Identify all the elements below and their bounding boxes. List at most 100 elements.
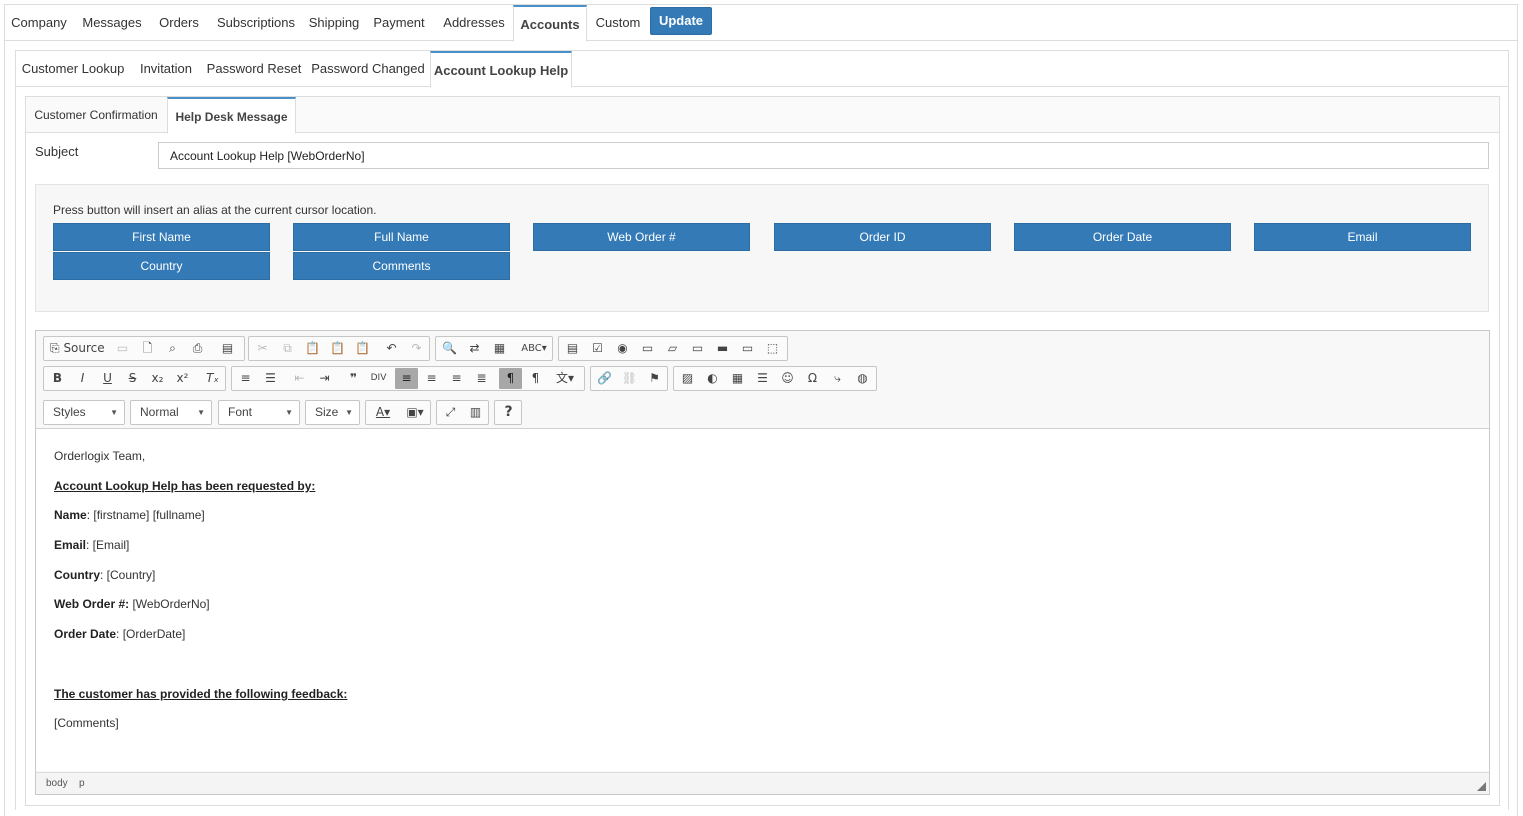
- align-center-icon[interactable]: ≡: [420, 368, 443, 389]
- unlink-icon[interactable]: ⛓: [618, 368, 641, 389]
- find-icon[interactable]: 🔍: [438, 338, 461, 359]
- update-button[interactable]: Update: [650, 7, 712, 35]
- alias-comments-button[interactable]: Comments: [293, 252, 510, 280]
- justify-icon[interactable]: ≣: [470, 368, 493, 389]
- tab-company[interactable]: Company: [5, 5, 73, 41]
- blockquote-icon[interactable]: ❞: [342, 368, 365, 389]
- textfield-icon[interactable]: ▭: [636, 338, 659, 359]
- resize-handle-icon[interactable]: [1477, 782, 1486, 791]
- div-container-icon[interactable]: DIV: [367, 368, 390, 389]
- special-char-icon[interactable]: Ω: [801, 368, 824, 389]
- subject-input[interactable]: [158, 142, 1489, 169]
- help-icon[interactable]: ?: [497, 402, 520, 423]
- alias-country-button[interactable]: Country: [53, 252, 270, 280]
- anchor-icon[interactable]: ⚑: [643, 368, 666, 389]
- templates-icon[interactable]: ▤: [216, 338, 239, 359]
- tab-invitation[interactable]: Invitation: [132, 51, 200, 87]
- text-color-icon[interactable]: A▾: [368, 402, 398, 423]
- maximize-icon[interactable]: ⤢: [439, 402, 462, 423]
- replace-icon[interactable]: ⇄: [463, 338, 486, 359]
- new-page-icon[interactable]: 🗋: [136, 338, 159, 359]
- language-icon[interactable]: 文▾: [549, 368, 581, 389]
- smiley-icon[interactable]: ☺: [776, 368, 799, 389]
- path-body[interactable]: body: [46, 778, 68, 789]
- hidden-field-icon[interactable]: ⬚: [761, 338, 784, 359]
- tab-customer-lookup[interactable]: Customer Lookup: [16, 51, 130, 87]
- background-color-icon[interactable]: ▣▾: [400, 402, 430, 423]
- iframe-icon[interactable]: ◍: [851, 368, 874, 389]
- radio-icon[interactable]: ◉: [611, 338, 634, 359]
- align-right-icon[interactable]: ≡: [445, 368, 468, 389]
- show-blocks-icon[interactable]: ▥: [464, 402, 487, 423]
- tab-password-changed[interactable]: Password Changed: [308, 51, 428, 87]
- bold-icon[interactable]: B: [46, 368, 69, 389]
- preview-icon[interactable]: ⌕: [161, 338, 184, 359]
- text-direction-rtl-icon[interactable]: ¶: [524, 368, 547, 389]
- source-button[interactable]: ⎘ Source: [46, 338, 106, 359]
- paste-icon[interactable]: 📋: [301, 338, 324, 359]
- tab-accounts[interactable]: Accounts: [513, 5, 587, 42]
- tab-custom[interactable]: Custom: [589, 5, 647, 41]
- alias-web-order-button[interactable]: Web Order #: [533, 223, 750, 251]
- paste-word-icon[interactable]: 📋: [351, 338, 374, 359]
- size-label: Size: [315, 405, 339, 419]
- underline-icon[interactable]: U: [96, 368, 119, 389]
- horizontal-line-icon[interactable]: ☰: [751, 368, 774, 389]
- undo-icon[interactable]: ↶: [380, 338, 403, 359]
- link-icon[interactable]: 🔗: [593, 368, 616, 389]
- alias-order-date-button[interactable]: Order Date: [1014, 223, 1231, 251]
- toolbar-group-links: 🔗 ⛓ ⚑: [590, 366, 668, 391]
- italic-icon[interactable]: I: [71, 368, 94, 389]
- tab-help-desk-message[interactable]: Help Desk Message: [167, 97, 296, 134]
- web-order-line: Web Order #: [WebOrderNo]: [54, 597, 210, 611]
- checkbox-icon[interactable]: ☑: [586, 338, 609, 359]
- select-icon[interactable]: ▭: [686, 338, 709, 359]
- alias-full-name-button[interactable]: Full Name: [293, 223, 510, 251]
- align-left-icon[interactable]: ≡: [395, 368, 418, 389]
- textarea-icon[interactable]: ▱: [661, 338, 684, 359]
- image-button-icon[interactable]: ▭: [736, 338, 759, 359]
- print-icon[interactable]: ⎙: [186, 338, 209, 359]
- tab-account-lookup-help[interactable]: Account Lookup Help: [430, 51, 572, 88]
- alias-order-id-button[interactable]: Order ID: [774, 223, 991, 251]
- save-icon[interactable]: ▭: [111, 338, 134, 359]
- indent-icon[interactable]: ⇥: [313, 368, 336, 389]
- bulleted-list-icon[interactable]: ☰: [259, 368, 282, 389]
- editor-content-area[interactable]: Orderlogix Team, Account Lookup Help has…: [36, 429, 1489, 771]
- strikethrough-icon[interactable]: S: [121, 368, 144, 389]
- alias-email-button[interactable]: Email: [1254, 223, 1471, 251]
- redo-icon[interactable]: ↷: [405, 338, 428, 359]
- remove-format-icon[interactable]: Tₓ: [201, 368, 224, 389]
- outdent-icon[interactable]: ⇤: [288, 368, 311, 389]
- copy-icon[interactable]: ⧉: [276, 338, 299, 359]
- tab-subscriptions[interactable]: Subscriptions: [209, 5, 303, 41]
- button-icon[interactable]: ▬: [711, 338, 734, 359]
- path-p[interactable]: p: [79, 778, 85, 789]
- format-dropdown[interactable]: Normal ▼: [130, 400, 212, 425]
- superscript-icon[interactable]: x²: [171, 368, 194, 389]
- tab-orders[interactable]: Orders: [151, 5, 207, 41]
- spellcheck-icon[interactable]: ABC▾: [518, 338, 550, 359]
- alias-first-name-button[interactable]: First Name: [53, 223, 270, 251]
- tab-payment[interactable]: Payment: [367, 5, 431, 41]
- page-break-icon[interactable]: ⤷: [826, 368, 849, 389]
- flash-icon[interactable]: ◐: [701, 368, 724, 389]
- tab-addresses[interactable]: Addresses: [435, 5, 513, 41]
- select-all-icon[interactable]: ▦: [488, 338, 511, 359]
- size-dropdown[interactable]: Size ▼: [305, 400, 360, 425]
- subscript-icon[interactable]: x₂: [146, 368, 169, 389]
- tab-messages[interactable]: Messages: [75, 5, 149, 41]
- name-label: Name: [54, 508, 87, 522]
- form-icon[interactable]: ▤: [561, 338, 584, 359]
- tab-customer-confirmation[interactable]: Customer Confirmation: [26, 97, 166, 133]
- styles-dropdown[interactable]: Styles ▼: [43, 400, 125, 425]
- font-dropdown[interactable]: Font ▼: [218, 400, 300, 425]
- tab-password-reset[interactable]: Password Reset: [202, 51, 306, 87]
- image-icon[interactable]: ▨: [676, 368, 699, 389]
- table-icon[interactable]: ▦: [726, 368, 749, 389]
- text-direction-ltr-icon[interactable]: ¶: [499, 368, 522, 389]
- paste-text-icon[interactable]: 📋: [326, 338, 349, 359]
- numbered-list-icon[interactable]: ≡: [234, 368, 257, 389]
- cut-icon[interactable]: ✂: [251, 338, 274, 359]
- tab-shipping[interactable]: Shipping: [305, 5, 363, 41]
